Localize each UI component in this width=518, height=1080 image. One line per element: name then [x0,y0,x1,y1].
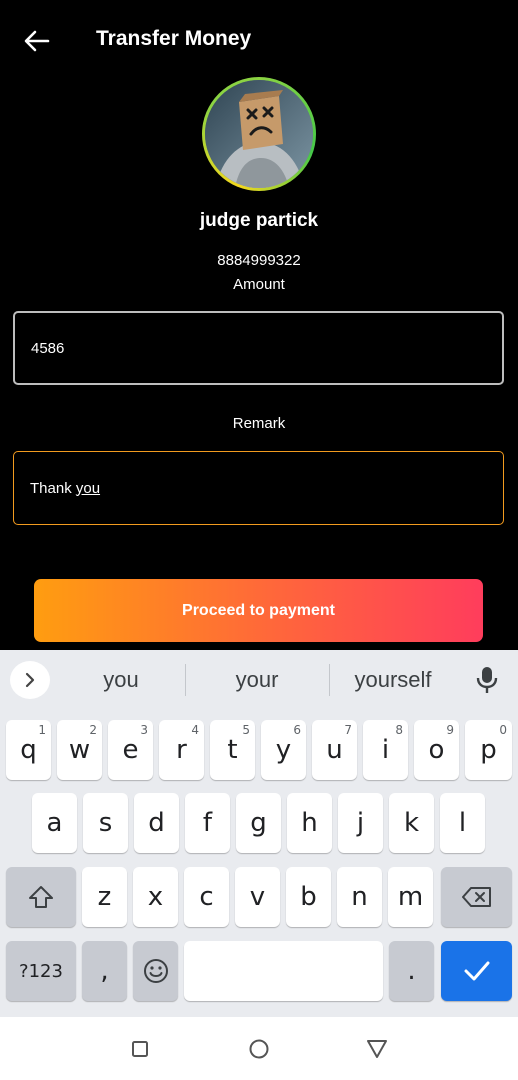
key-hint: 5 [242,723,250,737]
suggestion-divider [329,664,330,696]
chevron-right-icon [25,672,35,688]
remark-text: Thank [30,479,76,497]
proceed-to-payment-button[interactable]: Proceed to payment [34,579,483,642]
key-z[interactable]: z [82,867,127,927]
key-label: t [227,735,238,765]
shift-key[interactable] [6,867,76,927]
key-b[interactable]: b [286,867,331,927]
key-label: w [68,735,91,765]
key-w[interactable]: w2 [57,720,102,780]
backspace-icon [461,887,491,907]
recipient-name: judge partick [199,210,319,231]
key-t[interactable]: t5 [210,720,255,780]
key-hint: 8 [395,723,403,737]
key-p[interactable]: p0 [465,720,512,780]
key-hint: 6 [293,723,301,737]
page-title: Transfer Money [96,27,252,50]
key-hint: 4 [191,723,199,737]
key-hint: 0 [499,723,507,737]
recents-button[interactable] [128,1037,152,1061]
square-recents-icon [132,1041,148,1057]
suggestion-bar: you your yourself [0,650,518,710]
key-d[interactable]: d [134,793,179,853]
checkmark-icon [464,961,489,981]
key-label: r [176,735,187,765]
key-e[interactable]: e3 [108,720,153,780]
remark-label: Remark [232,415,286,432]
key-g[interactable]: g [236,793,281,853]
recipient-avatar [202,77,316,191]
key-i[interactable]: i8 [363,720,408,780]
space-key[interactable] [184,941,383,1001]
key-label: y [275,735,292,765]
shift-icon [29,886,53,908]
remark-composing-word: you [75,479,101,497]
back-nav-button[interactable] [365,1037,389,1061]
soft-keyboard: you your yourself q1 w2 e3 r4 t5 y6 u7 i… [0,650,518,1017]
key-v[interactable]: v [235,867,280,927]
key-s[interactable]: s [83,793,128,853]
arrow-left-icon [24,30,50,52]
key-x[interactable]: x [133,867,178,927]
key-label: u [326,735,343,765]
symbols-key[interactable]: ?123 [6,941,76,1001]
key-k[interactable]: k [389,793,434,853]
triangle-back-icon [367,1040,387,1058]
key-c[interactable]: c [184,867,229,927]
key-hint: 7 [344,723,352,737]
comma-key[interactable]: , [82,941,127,1001]
system-nav-bar [0,1017,518,1080]
period-key[interactable]: . [389,941,434,1001]
key-hint: 2 [89,723,97,737]
emoji-key[interactable] [133,941,178,1001]
key-o[interactable]: o9 [414,720,459,780]
key-label: p [480,735,497,765]
expand-toolbar-button[interactable] [10,661,50,699]
app-bar: Transfer Money [0,0,518,80]
voice-input-button[interactable] [472,662,502,698]
amount-value: 4586 [31,339,65,357]
key-j[interactable]: j [338,793,383,853]
back-button[interactable] [18,22,56,60]
emoji-icon [143,959,168,983]
suggestion-3[interactable]: yourself [338,664,448,696]
backspace-key[interactable] [441,867,512,927]
key-label: q [20,735,37,765]
recipient-phone: 8884999322 [217,252,301,269]
key-a[interactable]: a [32,793,77,853]
key-hint: 3 [140,723,148,737]
suggestion-divider [185,664,186,696]
amount-label: Amount [233,276,285,293]
key-label: o [428,735,445,765]
key-u[interactable]: u7 [312,720,357,780]
key-hint: 9 [446,723,454,737]
suggestion-1[interactable]: you [64,664,178,696]
remark-input[interactable]: Thank you [13,451,504,525]
key-l[interactable]: l [440,793,485,853]
avatar-image [205,80,313,188]
remark-value: Thank you [30,480,100,497]
key-r[interactable]: r4 [159,720,204,780]
key-n[interactable]: n [337,867,382,927]
key-f[interactable]: f [185,793,230,853]
key-label: e [122,735,139,765]
enter-key[interactable] [441,941,512,1001]
suggestion-2[interactable]: your [200,664,314,696]
key-q[interactable]: q1 [6,720,51,780]
circle-home-icon [249,1039,269,1059]
key-h[interactable]: h [287,793,332,853]
key-label: i [381,735,390,765]
microphone-icon [476,667,498,693]
home-button[interactable] [247,1037,271,1061]
key-y[interactable]: y6 [261,720,306,780]
amount-input[interactable]: 4586 [13,311,504,385]
key-hint: 1 [38,723,46,737]
key-m[interactable]: m [388,867,433,927]
